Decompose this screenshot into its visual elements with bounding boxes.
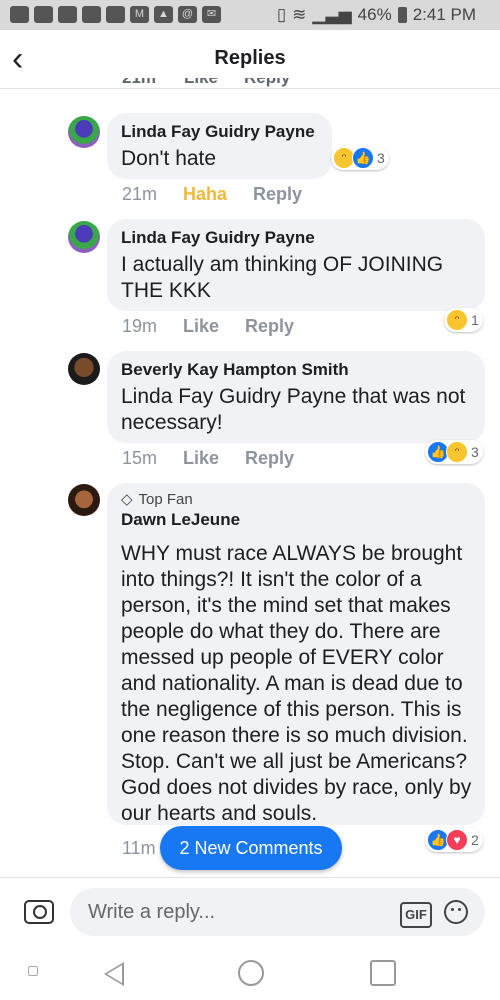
vibrate-icon: ▯ <box>276 5 287 24</box>
reply-input[interactable]: Write a reply... GIF <box>70 888 485 936</box>
comment-author[interactable]: Linda Fay Guidry Payne <box>121 121 318 143</box>
reply-button[interactable]: Reply <box>244 78 290 88</box>
reply-composer: Write a reply... GIF <box>0 877 500 948</box>
battery-percent: 46% <box>357 5 392 24</box>
at-icon: @ <box>178 6 197 23</box>
reply-button[interactable]: Reply <box>245 448 294 469</box>
signal-icon: ▁▃▅ <box>312 5 352 24</box>
messenger-icon: ✉ <box>202 6 221 23</box>
comment-author[interactable]: Beverly Kay Hampton Smith <box>121 359 471 381</box>
comment-author[interactable]: Dawn LeJeune <box>121 509 471 531</box>
comment-actions: 11m <box>122 838 156 859</box>
reaction-summary[interactable]: ᵔ 👍 3 <box>331 146 389 170</box>
haha-reaction-icon: ᵔ <box>446 309 468 331</box>
like-button[interactable]: Like <box>184 78 218 88</box>
nav-home-icon[interactable] <box>238 960 264 986</box>
notification-icon <box>106 6 125 23</box>
comment-actions: 15m Like Reply <box>122 448 294 469</box>
comment-bubble[interactable]: Beverly Kay Hampton Smith Linda Fay Guid… <box>107 351 485 443</box>
reaction-count: 1 <box>471 312 479 328</box>
like-reaction-icon: 👍 <box>352 147 374 169</box>
comment-time: 11m <box>122 838 156 858</box>
nav-recents-icon[interactable] <box>370 960 396 986</box>
comment-time: 15m <box>122 448 158 468</box>
reaction-count: 3 <box>377 150 385 166</box>
battery-icon <box>397 7 407 23</box>
warning-icon: ▲ <box>154 6 173 23</box>
status-right: ▯ ≋ ▁▃▅ 46% 2:41 PM <box>277 5 476 25</box>
nav-back-icon[interactable] <box>104 962 124 986</box>
emoji-icon[interactable] <box>444 900 468 924</box>
reaction-count: 2 <box>471 832 479 848</box>
notification-icon <box>10 6 29 23</box>
comment-bubble[interactable]: Linda Fay Guidry Payne I actually am thi… <box>107 219 485 311</box>
status-bar: M ▲ @ ✉ ▯ ≋ ▁▃▅ 46% 2:41 PM <box>0 0 500 30</box>
love-reaction-icon: ♥ <box>446 829 468 851</box>
notification-icon <box>82 6 101 23</box>
notification-icon <box>34 6 53 23</box>
diamond-icon: ◇ <box>121 491 133 508</box>
camera-icon[interactable] <box>24 900 54 924</box>
system-nav-bar <box>0 948 500 1000</box>
avatar[interactable] <box>68 116 100 148</box>
comment-time: 21m <box>122 184 158 204</box>
comment-actions: 19m Like Reply <box>122 316 294 337</box>
avatar[interactable] <box>68 221 100 253</box>
page-title: Replies <box>214 47 286 69</box>
gif-icon[interactable]: GIF <box>400 902 432 928</box>
menu-icon[interactable] <box>28 966 38 976</box>
top-fan-badge: ◇ Top Fan <box>121 491 471 509</box>
reply-button[interactable]: Reply <box>245 316 294 337</box>
haha-button[interactable]: Haha <box>183 184 227 205</box>
comment-actions: 21m Haha Reply <box>122 184 302 205</box>
notification-icons: M ▲ @ ✉ <box>10 6 221 23</box>
wifi-icon: ≋ <box>292 5 307 24</box>
comment-time: 19m <box>122 316 158 336</box>
comment-time: 21m <box>122 78 156 88</box>
like-button[interactable]: Like <box>183 316 219 337</box>
clock: 2:41 PM <box>412 5 476 24</box>
cut-off-comment-actions: 21m Like Reply <box>0 78 500 98</box>
reaction-summary[interactable]: 👍 ♥ 2 <box>425 828 483 852</box>
notification-icon <box>58 6 77 23</box>
avatar[interactable] <box>68 353 100 385</box>
comment-bubble[interactable]: ◇ Top Fan Dawn LeJeune WHY must race ALW… <box>107 483 485 825</box>
haha-reaction-icon: ᵔ <box>446 441 468 463</box>
gmail-icon: M <box>130 6 149 23</box>
like-button[interactable]: Like <box>183 448 219 469</box>
reaction-summary[interactable]: ᵔ 1 <box>444 308 483 332</box>
comment-text: Linda Fay Guidry Payne that was not nece… <box>121 385 466 434</box>
reply-button[interactable]: Reply <box>253 184 302 205</box>
comment-author[interactable]: Linda Fay Guidry Payne <box>121 227 471 249</box>
avatar[interactable] <box>68 484 100 516</box>
comment-text: I actually am thinking OF JOINING THE KK… <box>121 253 444 302</box>
comment-text: Don't hate <box>121 147 217 170</box>
badge-label: Top Fan <box>138 491 193 508</box>
comment-text: WHY must race ALWAYS be brought into thi… <box>121 542 472 825</box>
comment-bubble[interactable]: Linda Fay Guidry Payne Don't hate <box>107 113 332 179</box>
reply-placeholder: Write a reply... <box>88 901 216 923</box>
reaction-count: 3 <box>471 444 479 460</box>
reaction-summary[interactable]: 👍 ᵔ 3 <box>425 440 483 464</box>
new-comments-button[interactable]: 2 New Comments <box>160 826 342 870</box>
